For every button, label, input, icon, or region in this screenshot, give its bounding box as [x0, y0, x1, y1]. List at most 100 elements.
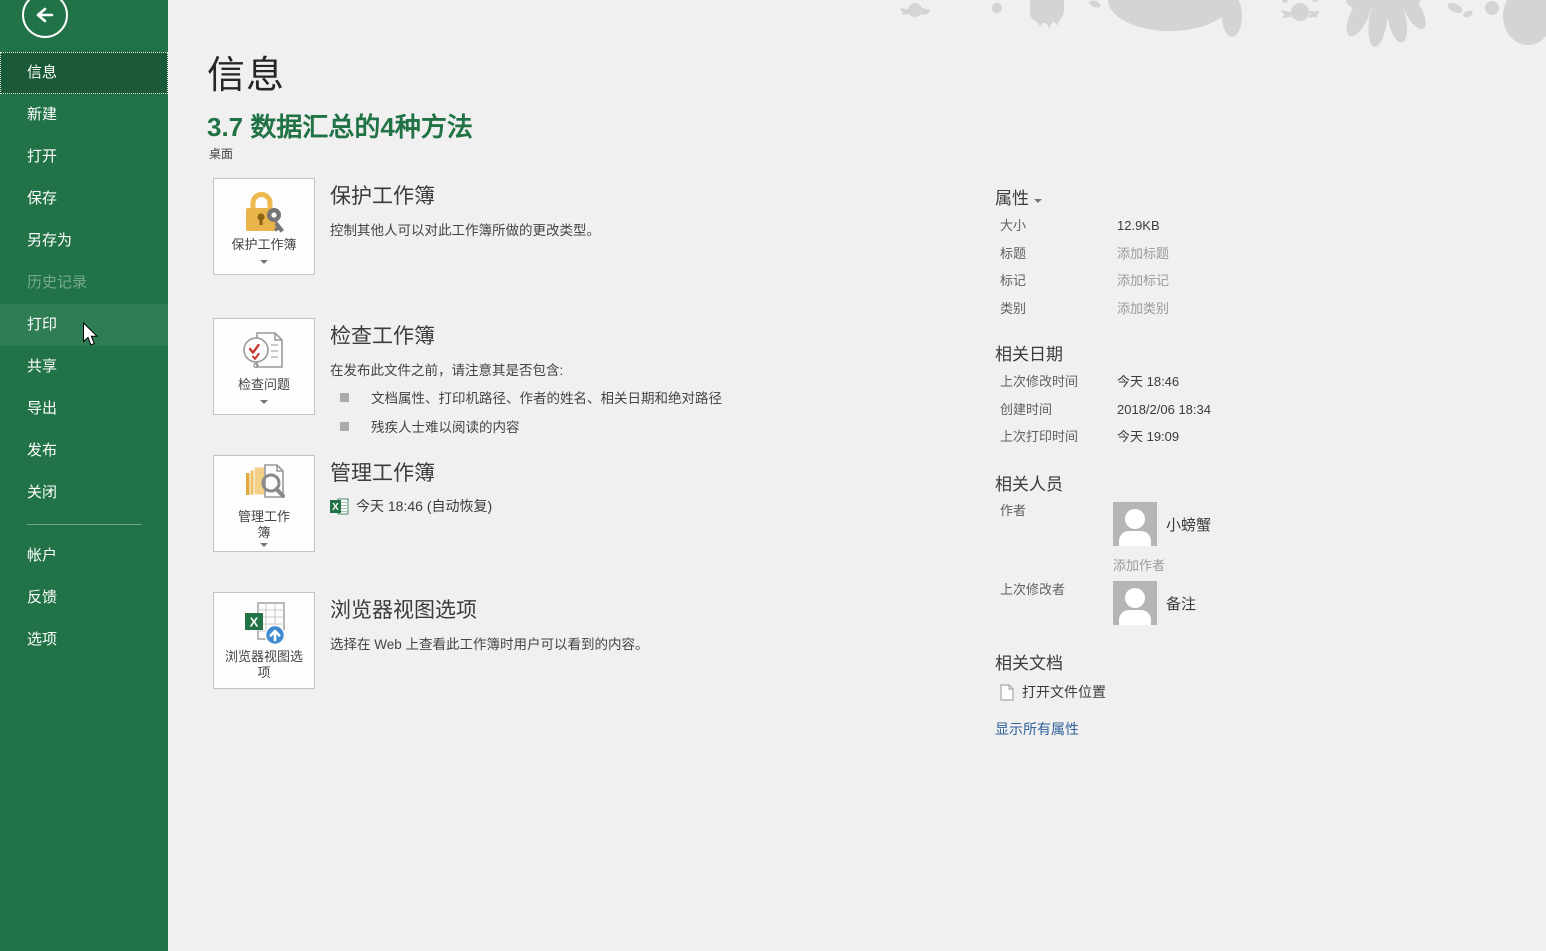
lock-key-icon	[241, 189, 287, 235]
browser-view-icon: X	[241, 601, 287, 647]
sidebar-item-print[interactable]: 打印	[0, 304, 168, 346]
author-name: 小螃蟹	[1166, 514, 1211, 535]
background-decoration	[880, 0, 1546, 52]
last-modified-by-person[interactable]: 备注	[1113, 581, 1330, 625]
sidebar-item-history: 历史记录	[0, 262, 168, 304]
last-modified-by-row: 上次修改者 备注	[1000, 581, 1330, 625]
protect-workbook-heading: 保护工作簿	[330, 180, 600, 210]
browser-view-options-text: 浏览器视图选项 选择在 Web 上查看此工作簿时用户可以看到的内容。	[330, 592, 649, 689]
protect-workbook-text: 保护工作簿 控制其他人可以对此工作簿所做的更改类型。	[330, 178, 600, 275]
dropdown-caret-icon	[260, 543, 268, 547]
back-arrow-icon	[32, 2, 58, 28]
autorecover-version-item[interactable]: X 今天 18:46 (自动恢复)	[330, 496, 492, 516]
dropdown-caret-icon	[260, 260, 268, 264]
show-all-properties-link[interactable]: 显示所有属性	[995, 719, 1079, 739]
author-person[interactable]: 小螃蟹	[1113, 502, 1330, 546]
author-row: 作者 小螃蟹	[1000, 502, 1330, 546]
check-for-issues-button[interactable]: 检查问题	[213, 318, 315, 415]
bullet-text: 文档属性、打印机路径、作者的姓名、相关日期和绝对路径	[371, 387, 722, 407]
chevron-down-icon	[1034, 199, 1042, 203]
sidebar: 信息 新建 打开 保存 另存为 历史记录 打印 共享 导出 发布 关闭 帐户 反…	[0, 0, 168, 951]
section-inspect-workbook: 检查问题 检查工作簿 在发布此文件之前，请注意其是否包含: 文档属性、打印机路径…	[213, 318, 722, 445]
related-dates-title: 相关日期	[995, 340, 1063, 365]
browser-view-options-button[interactable]: X 浏览器视图选项	[213, 592, 315, 689]
sidebar-item-publish[interactable]: 发布	[0, 430, 168, 472]
manage-workbook-button[interactable]: 管理工作簿	[213, 455, 315, 552]
section-browser-view-options: X 浏览器视图选项 浏览器视图选项 选择在 Web 上查看此工作簿时用户可以看到…	[213, 592, 649, 689]
sidebar-item-account[interactable]: 帐户	[0, 535, 168, 577]
manage-workbook-text: 管理工作簿 X 今天 18:46 (自动恢复)	[330, 455, 492, 552]
autorecover-version-label: 今天 18:46 (自动恢复)	[356, 496, 492, 516]
sidebar-item-info[interactable]: 信息	[0, 52, 168, 94]
check-for-issues-button-label: 检查问题	[234, 377, 294, 393]
last-modified-by-name: 备注	[1166, 593, 1196, 614]
bullet-text: 残疾人士难以阅读的内容	[371, 416, 520, 436]
sidebar-item-new[interactable]: 新建	[0, 94, 168, 136]
property-label: 标记	[1000, 267, 1117, 295]
inspect-document-icon	[241, 329, 287, 375]
section-protect-workbook: 保护工作簿 保护工作簿 控制其他人可以对此工作簿所做的更改类型。	[213, 178, 600, 275]
svg-text:X: X	[250, 614, 259, 629]
sidebar-item-open[interactable]: 打开	[0, 136, 168, 178]
sidebar-item-options[interactable]: 选项	[0, 619, 168, 661]
workbook-location: 桌面	[209, 145, 233, 162]
inspect-workbook-heading: 检查工作簿	[330, 320, 722, 350]
inspect-workbook-text: 检查工作簿 在发布此文件之前，请注意其是否包含: 文档属性、打印机路径、作者的姓…	[330, 318, 722, 445]
document-icon	[1000, 684, 1014, 701]
property-label: 类别	[1000, 295, 1117, 323]
sidebar-item-export[interactable]: 导出	[0, 388, 168, 430]
last-modified-by-label: 上次修改者	[1000, 581, 1113, 599]
square-bullet-icon	[340, 393, 349, 402]
add-title-field[interactable]: 添加标题	[1117, 240, 1300, 268]
manage-workbook-heading: 管理工作簿	[330, 457, 492, 487]
author-avatar	[1113, 502, 1157, 546]
sidebar-divider	[27, 524, 142, 525]
open-file-location-link[interactable]: 打开文件位置	[1000, 682, 1106, 702]
related-people-title: 相关人员	[995, 470, 1063, 495]
page-title: 信息	[207, 44, 285, 99]
browser-view-options-button-label: 浏览器视图选项	[221, 649, 307, 681]
properties-table: 大小 12.9KB 标题 添加标题 标记 添加标记 类别 添加类别	[1000, 212, 1300, 322]
related-documents-title: 相关文档	[995, 649, 1063, 674]
properties-dropdown[interactable]: 属性	[995, 184, 1042, 209]
inspect-workbook-description: 在发布此文件之前，请注意其是否包含:	[330, 359, 722, 379]
protect-workbook-button-label: 保护工作簿	[227, 237, 300, 253]
back-button[interactable]	[22, 0, 68, 38]
manage-versions-icon	[241, 461, 287, 507]
add-tag-field[interactable]: 添加标记	[1117, 267, 1300, 295]
add-author-field[interactable]: 添加作者	[1113, 555, 1165, 574]
excel-backstage-view: 信息 新建 打开 保存 另存为 历史记录 打印 共享 导出 发布 关闭 帐户 反…	[0, 0, 1546, 951]
svg-text:X: X	[332, 502, 339, 513]
date-label: 创建时间	[1000, 396, 1117, 424]
section-manage-workbook: 管理工作簿 管理工作簿 X 今天 18:46 (自动恢复)	[213, 455, 492, 552]
add-category-field[interactable]: 添加类别	[1117, 295, 1300, 323]
sidebar-nav: 信息 新建 打开 保存 另存为 历史记录 打印 共享 导出 发布 关闭 帐户 反…	[0, 52, 168, 661]
last-modified-value: 今天 18:46	[1117, 368, 1320, 396]
bullet-item: 残疾人士难以阅读的内容	[330, 416, 722, 436]
open-file-location-label: 打开文件位置	[1022, 682, 1106, 702]
manage-workbook-button-label: 管理工作簿	[229, 509, 299, 541]
properties-title: 属性	[995, 189, 1029, 208]
author-label: 作者	[1000, 502, 1113, 520]
workbook-title: 3.7 数据汇总的4种方法	[207, 107, 473, 144]
last-modified-by-avatar	[1113, 581, 1157, 625]
sidebar-item-share[interactable]: 共享	[0, 346, 168, 388]
sidebar-item-close[interactable]: 关闭	[0, 472, 168, 514]
inspect-bullet-list: 文档属性、打印机路径、作者的姓名、相关日期和绝对路径 残疾人士难以阅读的内容	[330, 387, 722, 436]
created-value: 2018/2/06 18:34	[1117, 396, 1320, 424]
last-printed-value: 今天 19:09	[1117, 423, 1320, 451]
related-dates-table: 上次修改时间 今天 18:46 创建时间 2018/2/06 18:34 上次打…	[1000, 368, 1320, 451]
sidebar-item-save-as[interactable]: 另存为	[0, 220, 168, 262]
dropdown-caret-icon	[260, 400, 268, 404]
property-value-size: 12.9KB	[1117, 212, 1300, 240]
sidebar-item-save[interactable]: 保存	[0, 178, 168, 220]
browser-view-options-description: 选择在 Web 上查看此工作簿时用户可以看到的内容。	[330, 633, 649, 653]
protect-workbook-description: 控制其他人可以对此工作簿所做的更改类型。	[330, 219, 600, 239]
square-bullet-icon	[340, 422, 349, 431]
sidebar-item-feedback[interactable]: 反馈	[0, 577, 168, 619]
protect-workbook-button[interactable]: 保护工作簿	[213, 178, 315, 275]
date-label: 上次打印时间	[1000, 423, 1117, 451]
property-label: 标题	[1000, 240, 1117, 268]
bullet-item: 文档属性、打印机路径、作者的姓名、相关日期和绝对路径	[330, 387, 722, 407]
property-label: 大小	[1000, 212, 1117, 240]
